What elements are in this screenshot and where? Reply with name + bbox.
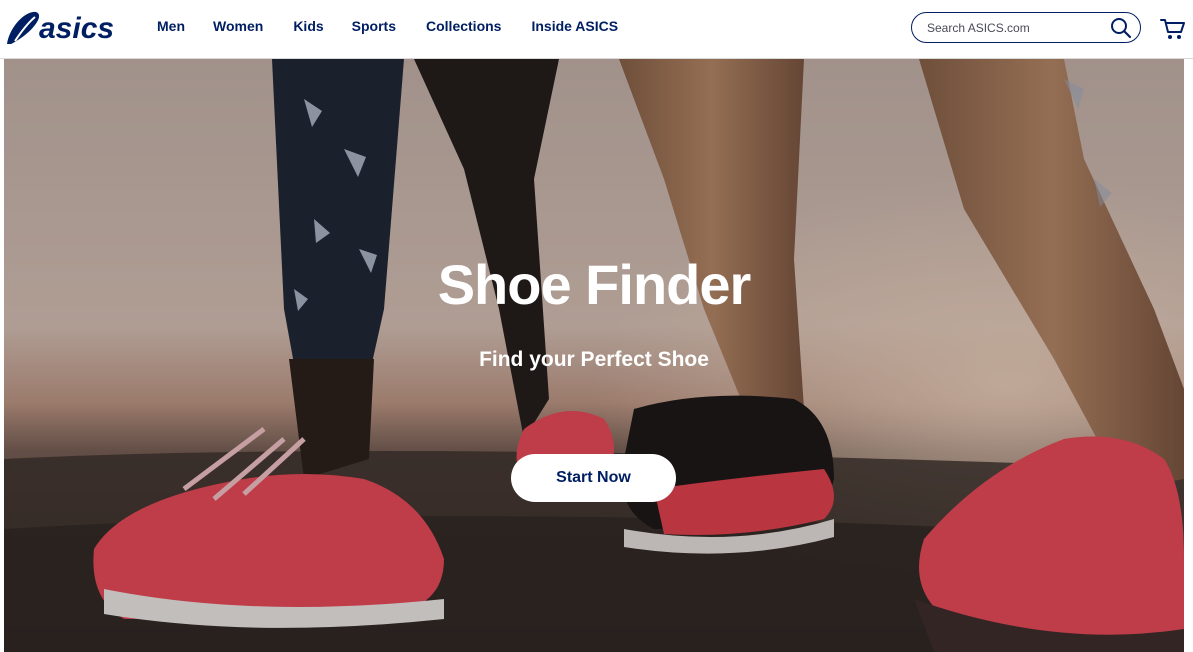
main-nav: Men Women Kids Sports Collections Inside… <box>157 17 618 35</box>
asics-logo-mark: asics <box>7 11 114 45</box>
cart-icon[interactable] <box>1160 17 1186 41</box>
search-input[interactable] <box>927 18 1107 37</box>
nav-collections[interactable]: Collections <box>426 17 501 35</box>
hero-subtitle: Find your Perfect Shoe <box>479 348 709 371</box>
nav-women[interactable]: Women <box>213 17 263 35</box>
page-scrollbar[interactable] <box>1184 59 1193 652</box>
logo-wordmark: asics <box>39 12 114 45</box>
start-now-button[interactable]: Start Now <box>511 454 676 502</box>
nav-sports[interactable]: Sports <box>352 17 396 35</box>
nav-men[interactable]: Men <box>157 17 185 35</box>
search-box <box>911 12 1141 43</box>
shoe-finder-hero: Shoe Finder Find your Perfect Shoe Start… <box>4 59 1184 652</box>
nav-kids[interactable]: Kids <box>293 17 323 35</box>
search-icon[interactable] <box>1110 17 1132 39</box>
site-header: asics Men Women Kids Sports Collections … <box>0 0 1193 59</box>
asics-logo[interactable]: asics <box>3 8 117 50</box>
hero-title: Shoe Finder <box>437 253 752 316</box>
nav-inside-asics[interactable]: Inside ASICS <box>531 17 618 35</box>
